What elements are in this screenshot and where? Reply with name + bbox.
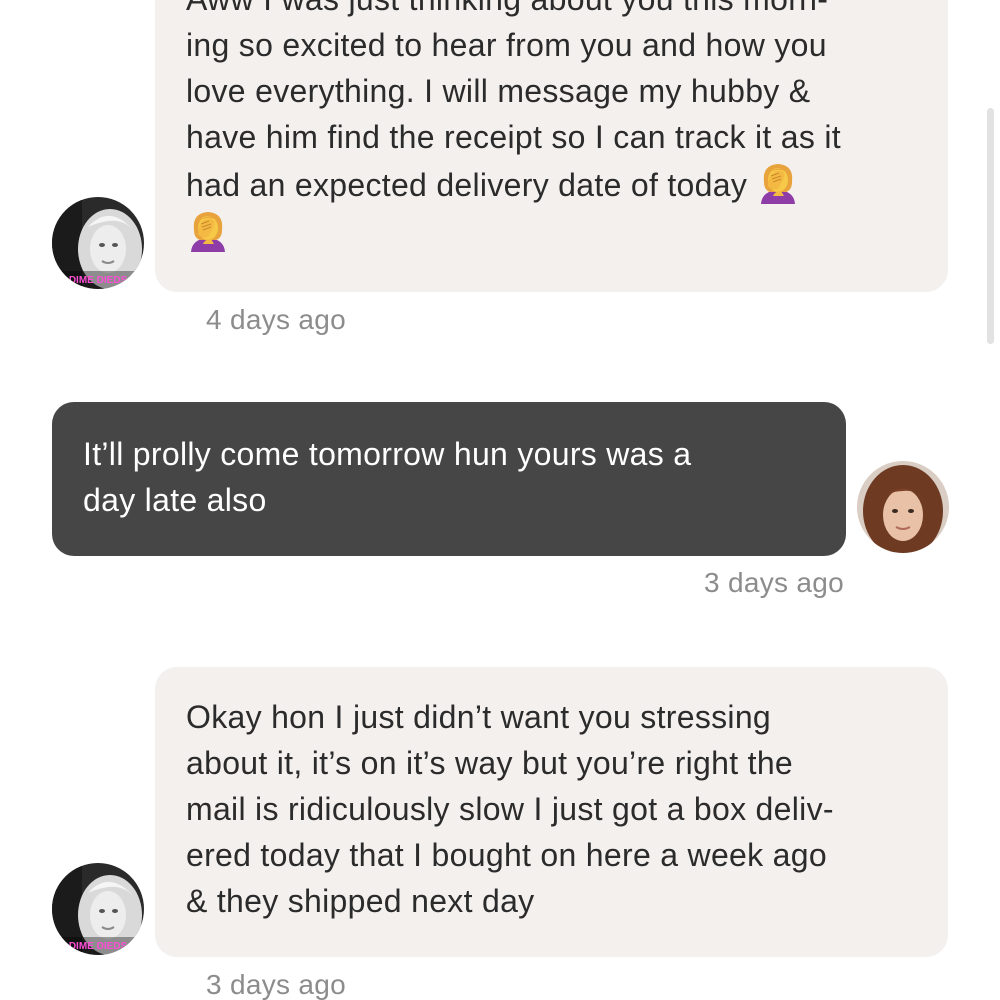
- message-bubble-incoming[interactable]: Okay hon I just didn’t want you stressin…: [155, 667, 948, 957]
- face-palm-emoji: [186, 208, 230, 252]
- message-text-line: love everything. I will message my hubby…: [186, 73, 811, 109]
- message-timestamp: 3 days ago: [206, 969, 346, 1000]
- avatar-current-user[interactable]: [857, 461, 949, 553]
- message-bubble-outgoing[interactable]: It’ll prolly come tomorrow hun yours was…: [52, 402, 846, 556]
- message-text-line: day late also: [83, 482, 267, 518]
- chat-thread[interactable]: Aww I was just thinking about you this m…: [0, 0, 1000, 1000]
- message-text-line: & they shipped next day: [186, 883, 535, 919]
- scrollbar-thumb[interactable]: [987, 108, 994, 344]
- avatar-watermark: DIME DIEDS: [69, 275, 128, 286]
- message-text-line: have him find the receipt so I can track…: [186, 119, 841, 155]
- message-text-line: mail is ridiculously slow I just got a b…: [186, 791, 834, 827]
- avatar-other-user[interactable]: DIME DIEDS: [52, 197, 144, 289]
- message-text-line: about it, it’s on it’s way but you’re ri…: [186, 745, 794, 781]
- avatar-watermark: DIME DIEDS: [69, 941, 128, 952]
- message-timestamp: 4 days ago: [206, 304, 346, 335]
- message-text-line: had an expected delivery date of today: [186, 167, 748, 203]
- message-bubble-incoming[interactable]: Aww I was just thinking about you this m…: [155, 0, 948, 292]
- message-text-line: ered today that I bought on here a week …: [186, 837, 827, 873]
- avatar-other-user[interactable]: DIME DIEDS: [52, 863, 144, 955]
- face-palm-emoji: [756, 160, 800, 204]
- avatar-image: DIME DIEDS: [52, 197, 144, 289]
- message-text-line: ing so excited to hear from you and how …: [186, 27, 827, 63]
- avatar-image: DIME DIEDS: [52, 863, 144, 955]
- message-text-line: Aww I was just thinking about you this m…: [186, 0, 918, 22]
- message-timestamp: 3 days ago: [704, 567, 844, 598]
- message-text-line: It’ll prolly come tomorrow hun yours was…: [83, 436, 692, 472]
- avatar-image: [857, 461, 949, 553]
- message-text-line: Okay hon I just didn’t want you stressin…: [186, 699, 772, 735]
